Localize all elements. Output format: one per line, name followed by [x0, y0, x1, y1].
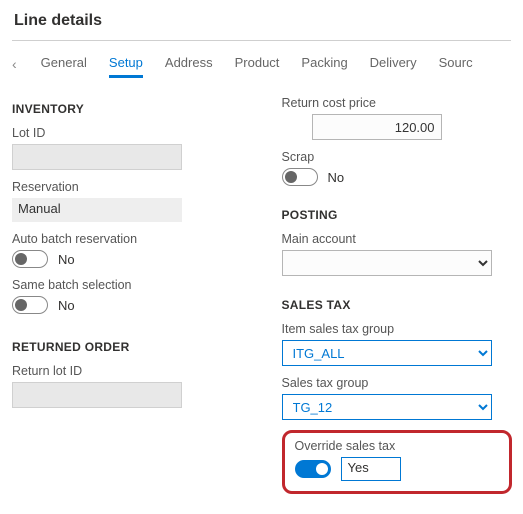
left-column: INVENTORY Lot ID Reservation Manual Auto… [12, 96, 242, 494]
tab-setup[interactable]: Setup [109, 49, 143, 78]
label-override-sales-tax: Override sales tax [295, 439, 499, 453]
chevron-left-icon[interactable]: ‹ [12, 56, 19, 72]
section-sales-tax: SALES TAX [282, 298, 512, 312]
divider [12, 40, 511, 41]
lot-id-input[interactable] [12, 144, 182, 170]
auto-batch-toggle[interactable] [12, 250, 48, 268]
tab-product[interactable]: Product [235, 49, 280, 78]
page-title: Line details [14, 12, 511, 30]
label-same-batch: Same batch selection [12, 278, 242, 292]
scrap-toggle[interactable] [282, 168, 318, 186]
return-lot-id-input[interactable] [12, 382, 182, 408]
sales-tax-group-select[interactable]: TG_12 [282, 394, 492, 420]
section-posting: POSTING [282, 208, 512, 222]
label-scrap: Scrap [282, 150, 512, 164]
label-main-account: Main account [282, 232, 512, 246]
scrap-state: No [328, 170, 345, 185]
label-return-lot-id: Return lot ID [12, 364, 242, 378]
label-auto-batch: Auto batch reservation [12, 232, 242, 246]
tab-general[interactable]: General [41, 49, 87, 78]
tab-delivery[interactable]: Delivery [370, 49, 417, 78]
section-returned-order: RETURNED ORDER [12, 340, 242, 354]
tabs: ‹ General Setup Address Product Packing … [12, 47, 511, 78]
item-sales-tax-group-select[interactable]: ITG_ALL [282, 340, 492, 366]
return-cost-input[interactable] [312, 114, 442, 140]
tab-address[interactable]: Address [165, 49, 213, 78]
label-return-cost: Return cost price [282, 96, 512, 110]
override-callout: Override sales tax Yes [282, 430, 512, 494]
section-inventory: INVENTORY [12, 102, 242, 116]
override-sales-tax-toggle[interactable] [295, 460, 331, 478]
main-account-select[interactable] [282, 250, 492, 276]
label-lot-id: Lot ID [12, 126, 242, 140]
same-batch-toggle[interactable] [12, 296, 48, 314]
right-column: Return cost price Scrap No POSTING Main … [282, 96, 512, 494]
label-sales-tax-group: Sales tax group [282, 376, 512, 390]
reservation-value[interactable]: Manual [12, 198, 182, 222]
label-item-sales-tax-group: Item sales tax group [282, 322, 512, 336]
tab-sourcing[interactable]: Sourc [439, 49, 473, 78]
same-batch-state: No [58, 298, 75, 313]
tab-packing[interactable]: Packing [301, 49, 347, 78]
auto-batch-state: No [58, 252, 75, 267]
override-sales-tax-state: Yes [341, 457, 401, 481]
label-reservation: Reservation [12, 180, 242, 194]
